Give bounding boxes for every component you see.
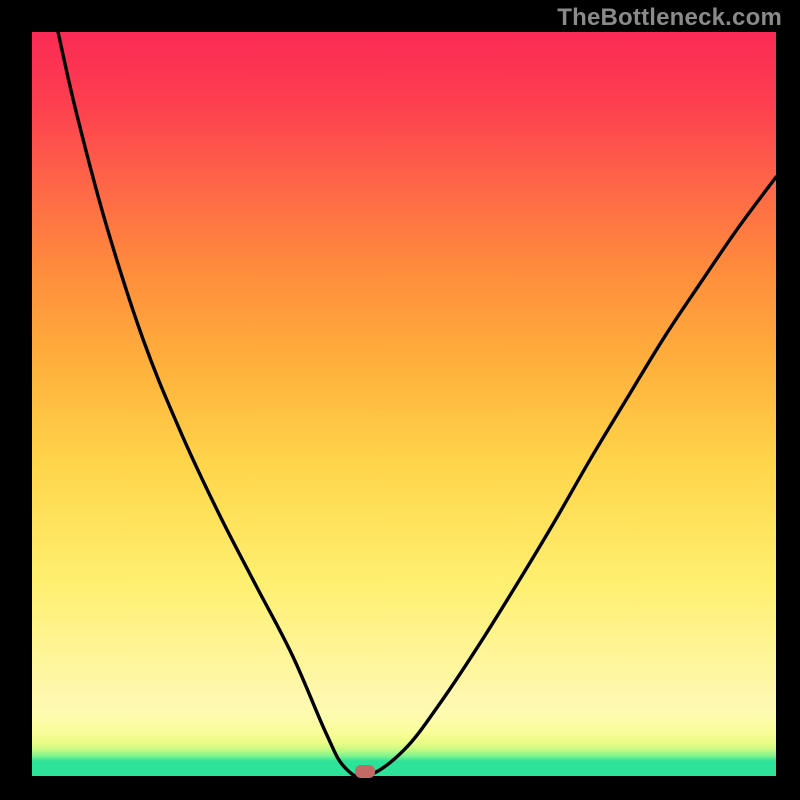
plot-background-gradient [32,32,776,776]
optimal-point-marker [355,765,375,778]
chart-container: TheBottleneck.com [0,0,800,800]
watermark-text: TheBottleneck.com [557,4,782,32]
